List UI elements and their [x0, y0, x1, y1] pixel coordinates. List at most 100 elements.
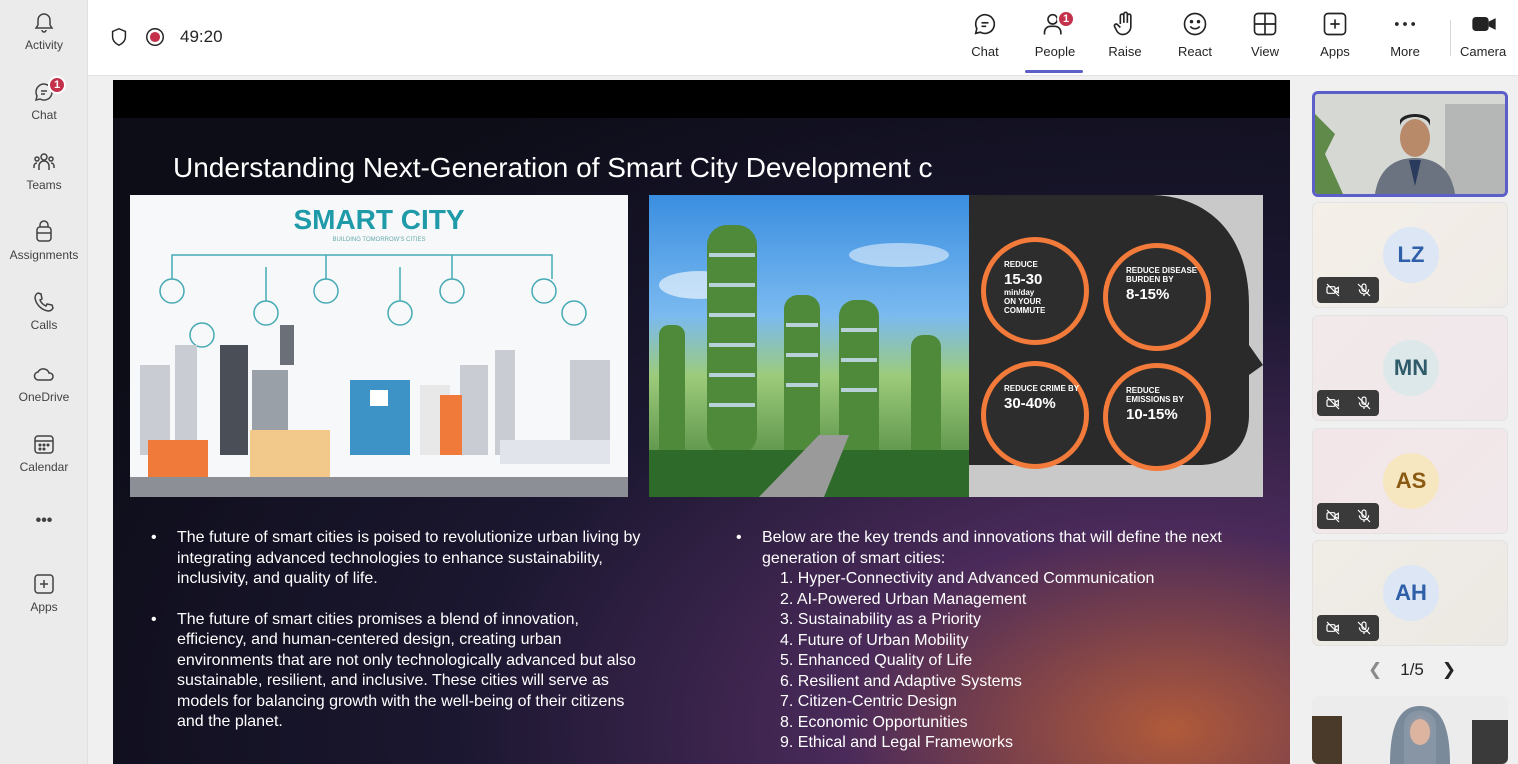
avatar: AS	[1383, 453, 1439, 509]
phone-icon	[34, 292, 54, 312]
list-item: 8. Economic Opportunities	[780, 713, 968, 731]
rail-item-calendar[interactable]: Calendar	[0, 432, 88, 498]
rail-item-chat[interactable]: Chat 1	[0, 76, 88, 146]
left-bullet-list: The future of smart cities is poised to …	[151, 528, 651, 753]
stat-emissions: REDUCE EMISSIONS BY 10-15%	[1103, 363, 1211, 471]
stat-label: REDUCE DISEASE BURDEN BY	[1126, 266, 1198, 284]
rail-item-calls[interactable]: Calls	[0, 290, 88, 356]
stat-label: REDUCE CRIME BY	[1004, 384, 1080, 393]
teams-icon	[33, 153, 55, 170]
tile-status-icons	[1317, 615, 1379, 641]
shared-content-stage: Understanding Next-Generation of Smart C…	[88, 76, 1298, 764]
more-apps-button[interactable]: •••	[0, 512, 88, 578]
participant-video-tile[interactable]	[1312, 696, 1508, 764]
rail-label: Assignments	[9, 248, 79, 262]
people-label: People	[1034, 44, 1076, 59]
tile-status-icons	[1317, 503, 1379, 529]
impact-infographic: REDUCE 15-30 min/day ON YOUR COMMUTE RED…	[969, 195, 1263, 497]
participant-tile[interactable]: MN	[1312, 315, 1508, 421]
avatar: LZ	[1383, 227, 1439, 283]
smart-city-subtitle: BUILDING TOMORROW'S CITIES	[333, 237, 426, 243]
list-item: 7. Citizen-Centric Design	[780, 693, 957, 710]
participants-panel: LZ MN AS AH ❮ 1/5 ❯	[1298, 76, 1518, 764]
view-label: View	[1251, 44, 1279, 59]
presentation-slide: Understanding Next-Generation of Smart C…	[113, 80, 1290, 764]
camera-icon	[1472, 17, 1496, 31]
camera-off-icon	[1325, 396, 1339, 410]
more-button[interactable]: More	[1373, 10, 1437, 68]
bullet-item: The future of smart cities promises a bl…	[151, 610, 651, 733]
right-bullet-list: Below are the key trends and innovations…	[736, 528, 1276, 754]
participant-tile[interactable]: AS	[1312, 428, 1508, 534]
toolbar-divider	[1450, 20, 1451, 56]
participant-tile[interactable]: LZ	[1312, 202, 1508, 308]
stat-value: 8-15%	[1126, 286, 1170, 303]
green-towers-graphic	[649, 225, 969, 497]
smart-city-title: SMART CITY	[293, 204, 464, 235]
stat-unit: min/day	[1004, 288, 1035, 297]
rail-item-onedrive[interactable]: OneDrive	[0, 362, 88, 428]
add-apps-icon	[34, 574, 54, 594]
more-label: More	[1390, 44, 1420, 59]
list-item: 3. Sustainability as a Priority	[780, 611, 981, 628]
slide-top-bar	[113, 80, 1290, 118]
camera-off-icon	[1325, 283, 1339, 297]
mic-off-icon	[1357, 509, 1370, 523]
camera-button[interactable]: Camera	[1460, 10, 1518, 68]
rail-item-apps[interactable]: Apps	[0, 572, 88, 638]
hand-icon	[1113, 11, 1132, 36]
smart-city-graphic: SMART CITY BUILDING TOMORROW'S CITIES	[130, 195, 628, 497]
more-apps-icon: •••	[35, 512, 53, 529]
people-badge: 1	[1057, 10, 1075, 28]
camera-off-icon	[1325, 509, 1339, 523]
stat-label: REDUCE EMISSIONS BY	[1126, 386, 1184, 404]
mic-off-icon	[1357, 396, 1370, 410]
stat-label: REDUCE	[1004, 260, 1038, 269]
list-item: 5. Enhanced Quality of Life	[780, 652, 973, 669]
rail-label: Apps	[30, 600, 58, 614]
smile-icon	[1183, 12, 1207, 36]
stat-value: 15-30	[1004, 271, 1043, 288]
participant-video	[1315, 94, 1505, 194]
grid-view-icon	[1253, 12, 1277, 36]
rail-item-assignments[interactable]: Assignments	[0, 220, 88, 286]
add-apps-icon	[1323, 12, 1347, 36]
calendar-icon	[34, 435, 54, 454]
list-item: 9. Ethical and Legal Frameworks	[780, 734, 1013, 751]
bell-icon	[34, 13, 54, 33]
list-item: 1. Hyper-Connectivity and Advanced Commu…	[780, 570, 1155, 587]
cloud-icon	[33, 368, 54, 381]
rail-label: Chat	[31, 108, 57, 122]
meeting-toolbar: 49:20 Chat 1 People Raise React View App…	[88, 0, 1518, 76]
participant-tile[interactable]: AH	[1312, 540, 1508, 646]
chat-badge: 1	[48, 76, 66, 94]
rail-item-activity[interactable]: Activity	[0, 10, 88, 76]
chat-button[interactable]: Chat	[953, 10, 1017, 68]
stat-crime: REDUCE CRIME BY 30-40%	[981, 361, 1089, 469]
rail-label: Calls	[30, 318, 58, 332]
list-item: 2. AI-Powered Urban Management	[780, 590, 1027, 608]
avatar: MN	[1383, 340, 1439, 396]
view-button[interactable]: View	[1233, 10, 1297, 68]
chevron-right-icon[interactable]: ❯	[1442, 660, 1456, 680]
stat-value: 30-40%	[1004, 395, 1056, 412]
chevron-left-icon[interactable]: ❮	[1368, 660, 1382, 680]
apps-button[interactable]: Apps	[1303, 10, 1367, 68]
mic-off-icon	[1357, 621, 1370, 635]
green-towers-image	[649, 195, 969, 497]
react-button[interactable]: React	[1163, 10, 1227, 68]
stat-disease: REDUCE DISEASE BURDEN BY 8-15%	[1103, 243, 1211, 351]
stat-value: 10-15%	[1126, 406, 1178, 423]
rail-item-teams[interactable]: Teams	[0, 150, 88, 216]
participant-video-tile[interactable]	[1312, 91, 1508, 197]
shield-icon	[111, 27, 127, 47]
rail-label: Teams	[26, 178, 62, 192]
people-tab-indicator	[1025, 70, 1083, 73]
raise-label: Raise	[1108, 44, 1142, 59]
list-item: 4. Future of Urban Mobility	[780, 631, 969, 649]
tile-status-icons	[1317, 277, 1379, 303]
pager-label: 1/5	[1400, 660, 1424, 679]
bullet-item: Below are the key trends and innovations…	[736, 528, 1276, 569]
raise-hand-button[interactable]: Raise	[1093, 10, 1157, 68]
people-button[interactable]: 1 People	[1023, 10, 1087, 68]
